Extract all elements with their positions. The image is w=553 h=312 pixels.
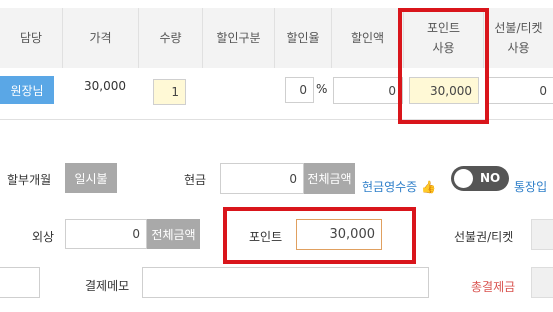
credit-full-amount-button[interactable]: 전체금액	[147, 219, 200, 249]
total-payment-label: 총결제금	[471, 280, 516, 294]
row-price: 30,000	[84, 79, 126, 93]
point-input-highlight	[223, 207, 416, 264]
credit-label: 외상	[32, 230, 55, 244]
credit-input[interactable]: 0	[65, 219, 147, 249]
header-discount-type-label: 할인구분	[216, 31, 261, 45]
cash-full-amount-button[interactable]: 전체금액	[304, 163, 355, 194]
header-discount-rate-label: 할인율	[286, 31, 320, 45]
cash-receipt-link[interactable]: 현금영수증 👍	[362, 178, 436, 195]
header-price: 가격	[63, 8, 139, 68]
header-price-label: 가격	[89, 31, 112, 45]
cash-label: 현금	[184, 173, 207, 187]
header-quantity: 수량	[139, 8, 203, 68]
toggle-label: NO	[480, 171, 501, 185]
prepaid-use-input[interactable]: 0	[488, 77, 553, 104]
cash-receipt-toggle[interactable]: NO	[451, 166, 509, 191]
left-partial-input[interactable]	[0, 267, 40, 298]
installment-select[interactable]: 일시불	[65, 163, 117, 193]
header-discount-rate: 할인율	[275, 8, 332, 68]
prepaid-input[interactable]	[531, 219, 553, 250]
discount-amount-input[interactable]: 0	[333, 77, 403, 104]
cash-input[interactable]: 0	[220, 163, 304, 194]
header-manager-label: 담당	[19, 31, 43, 45]
header-quantity-label: 수량	[159, 31, 182, 45]
header-discount-type: 할인구분	[203, 8, 275, 68]
discount-rate-input[interactable]: 0	[285, 77, 314, 103]
header-manager: 담당	[0, 8, 63, 68]
header-discount-amount: 할인액	[332, 8, 404, 68]
total-payment-input	[531, 267, 553, 298]
discount-rate-unit: %	[316, 82, 328, 96]
installment-label: 할부개월	[7, 173, 52, 187]
thumbs-up-icon: 👍	[421, 180, 436, 194]
manager-badge[interactable]: 원장님	[0, 76, 54, 104]
header-prepaid-label-1: 선불/티켓	[494, 21, 543, 35]
header-prepaid-label-2: 사용	[507, 41, 530, 55]
toggle-knob	[454, 169, 473, 188]
header-prepaid: 선불/티켓 사용	[484, 8, 553, 68]
header-discount-amount-label: 할인액	[350, 31, 385, 45]
memo-label: 결제메모	[85, 279, 130, 293]
prepaid-label: 선불권/티켓	[454, 230, 514, 244]
quantity-input[interactable]: 1	[153, 79, 186, 105]
point-column-highlight	[398, 8, 489, 124]
memo-input[interactable]	[142, 267, 429, 298]
bank-link[interactable]: 통장입	[514, 178, 547, 195]
